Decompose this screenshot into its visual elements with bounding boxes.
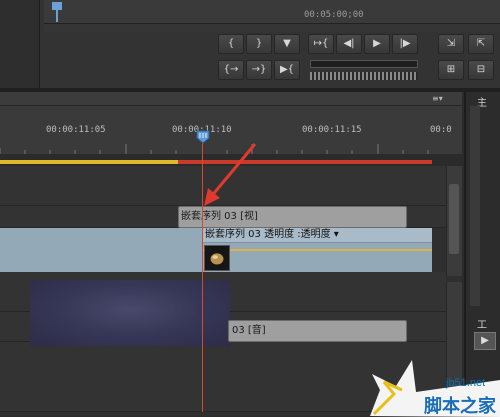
audio-meter xyxy=(470,106,480,306)
overwrite-button-icon[interactable]: ⇱ xyxy=(468,34,494,54)
source-panel-edge xyxy=(0,0,40,90)
shuttle-slider[interactable] xyxy=(310,60,418,68)
play-around-button[interactable]: ▶{ xyxy=(274,60,300,80)
ruler-label: 00:00:11:15 xyxy=(302,125,362,135)
monitor-mini-ruler[interactable]: 00:05:00;00 xyxy=(44,0,500,24)
insert-button-icon[interactable]: ⇲ xyxy=(438,34,464,54)
blurred-region xyxy=(30,280,230,346)
monitor-scrub-strip[interactable] xyxy=(44,24,500,32)
scrollbar-thumb[interactable] xyxy=(449,184,459,254)
selection-tool-button[interactable]: ▶ xyxy=(474,332,496,350)
insert-overwrite-controls: ⇲ ⇱ ⊞ ⊟ xyxy=(438,34,500,84)
watermark-url: jb51.net xyxy=(446,377,486,389)
timeline-header xyxy=(0,92,462,106)
tools-panel-label: 工 xyxy=(477,320,487,331)
monitor-playhead-icon[interactable] xyxy=(50,0,64,22)
nested-sequence-audio-clip[interactable]: 03 [音] xyxy=(228,320,407,342)
watermark-site-name: 脚本之家 xyxy=(424,396,496,417)
annotation-arrow-icon xyxy=(204,143,257,206)
jog-wheel[interactable] xyxy=(310,72,418,80)
ruler-label: 00:0 xyxy=(430,125,452,135)
loop-button[interactable]: →} xyxy=(246,60,272,80)
transport-controls: { } ▼ ↦{ ◀| ▶ |▶ {→ →} ▶{ xyxy=(218,34,426,84)
panel-menu-icon[interactable]: ≡▾ xyxy=(432,94,446,104)
add-marker-button[interactable]: ▼ xyxy=(274,34,300,54)
mark-out-button[interactable]: } xyxy=(246,34,272,54)
ruler-label: 00:00:11:05 xyxy=(46,125,106,135)
lift-button-icon[interactable]: ⊞ xyxy=(438,60,464,80)
monitor-timecode: 00:05:00;00 xyxy=(304,10,364,20)
go-to-in-button[interactable]: ↦{ xyxy=(308,34,334,54)
opacity-keyframe-line[interactable] xyxy=(202,249,432,251)
nested-sequence-opacity-clip[interactable]: 嵌套序列 03 透明度 :透明度 ▾ xyxy=(202,228,432,243)
step-forward-button[interactable]: |▶ xyxy=(392,34,418,54)
step-back-button[interactable]: ◀| xyxy=(336,34,362,54)
play-in-to-out-button[interactable]: {→ xyxy=(218,60,244,80)
mark-in-button[interactable]: { xyxy=(218,34,244,54)
play-button[interactable]: ▶ xyxy=(364,34,390,54)
extract-button-icon[interactable]: ⊟ xyxy=(468,60,494,80)
clip-thumbnail xyxy=(204,245,230,271)
